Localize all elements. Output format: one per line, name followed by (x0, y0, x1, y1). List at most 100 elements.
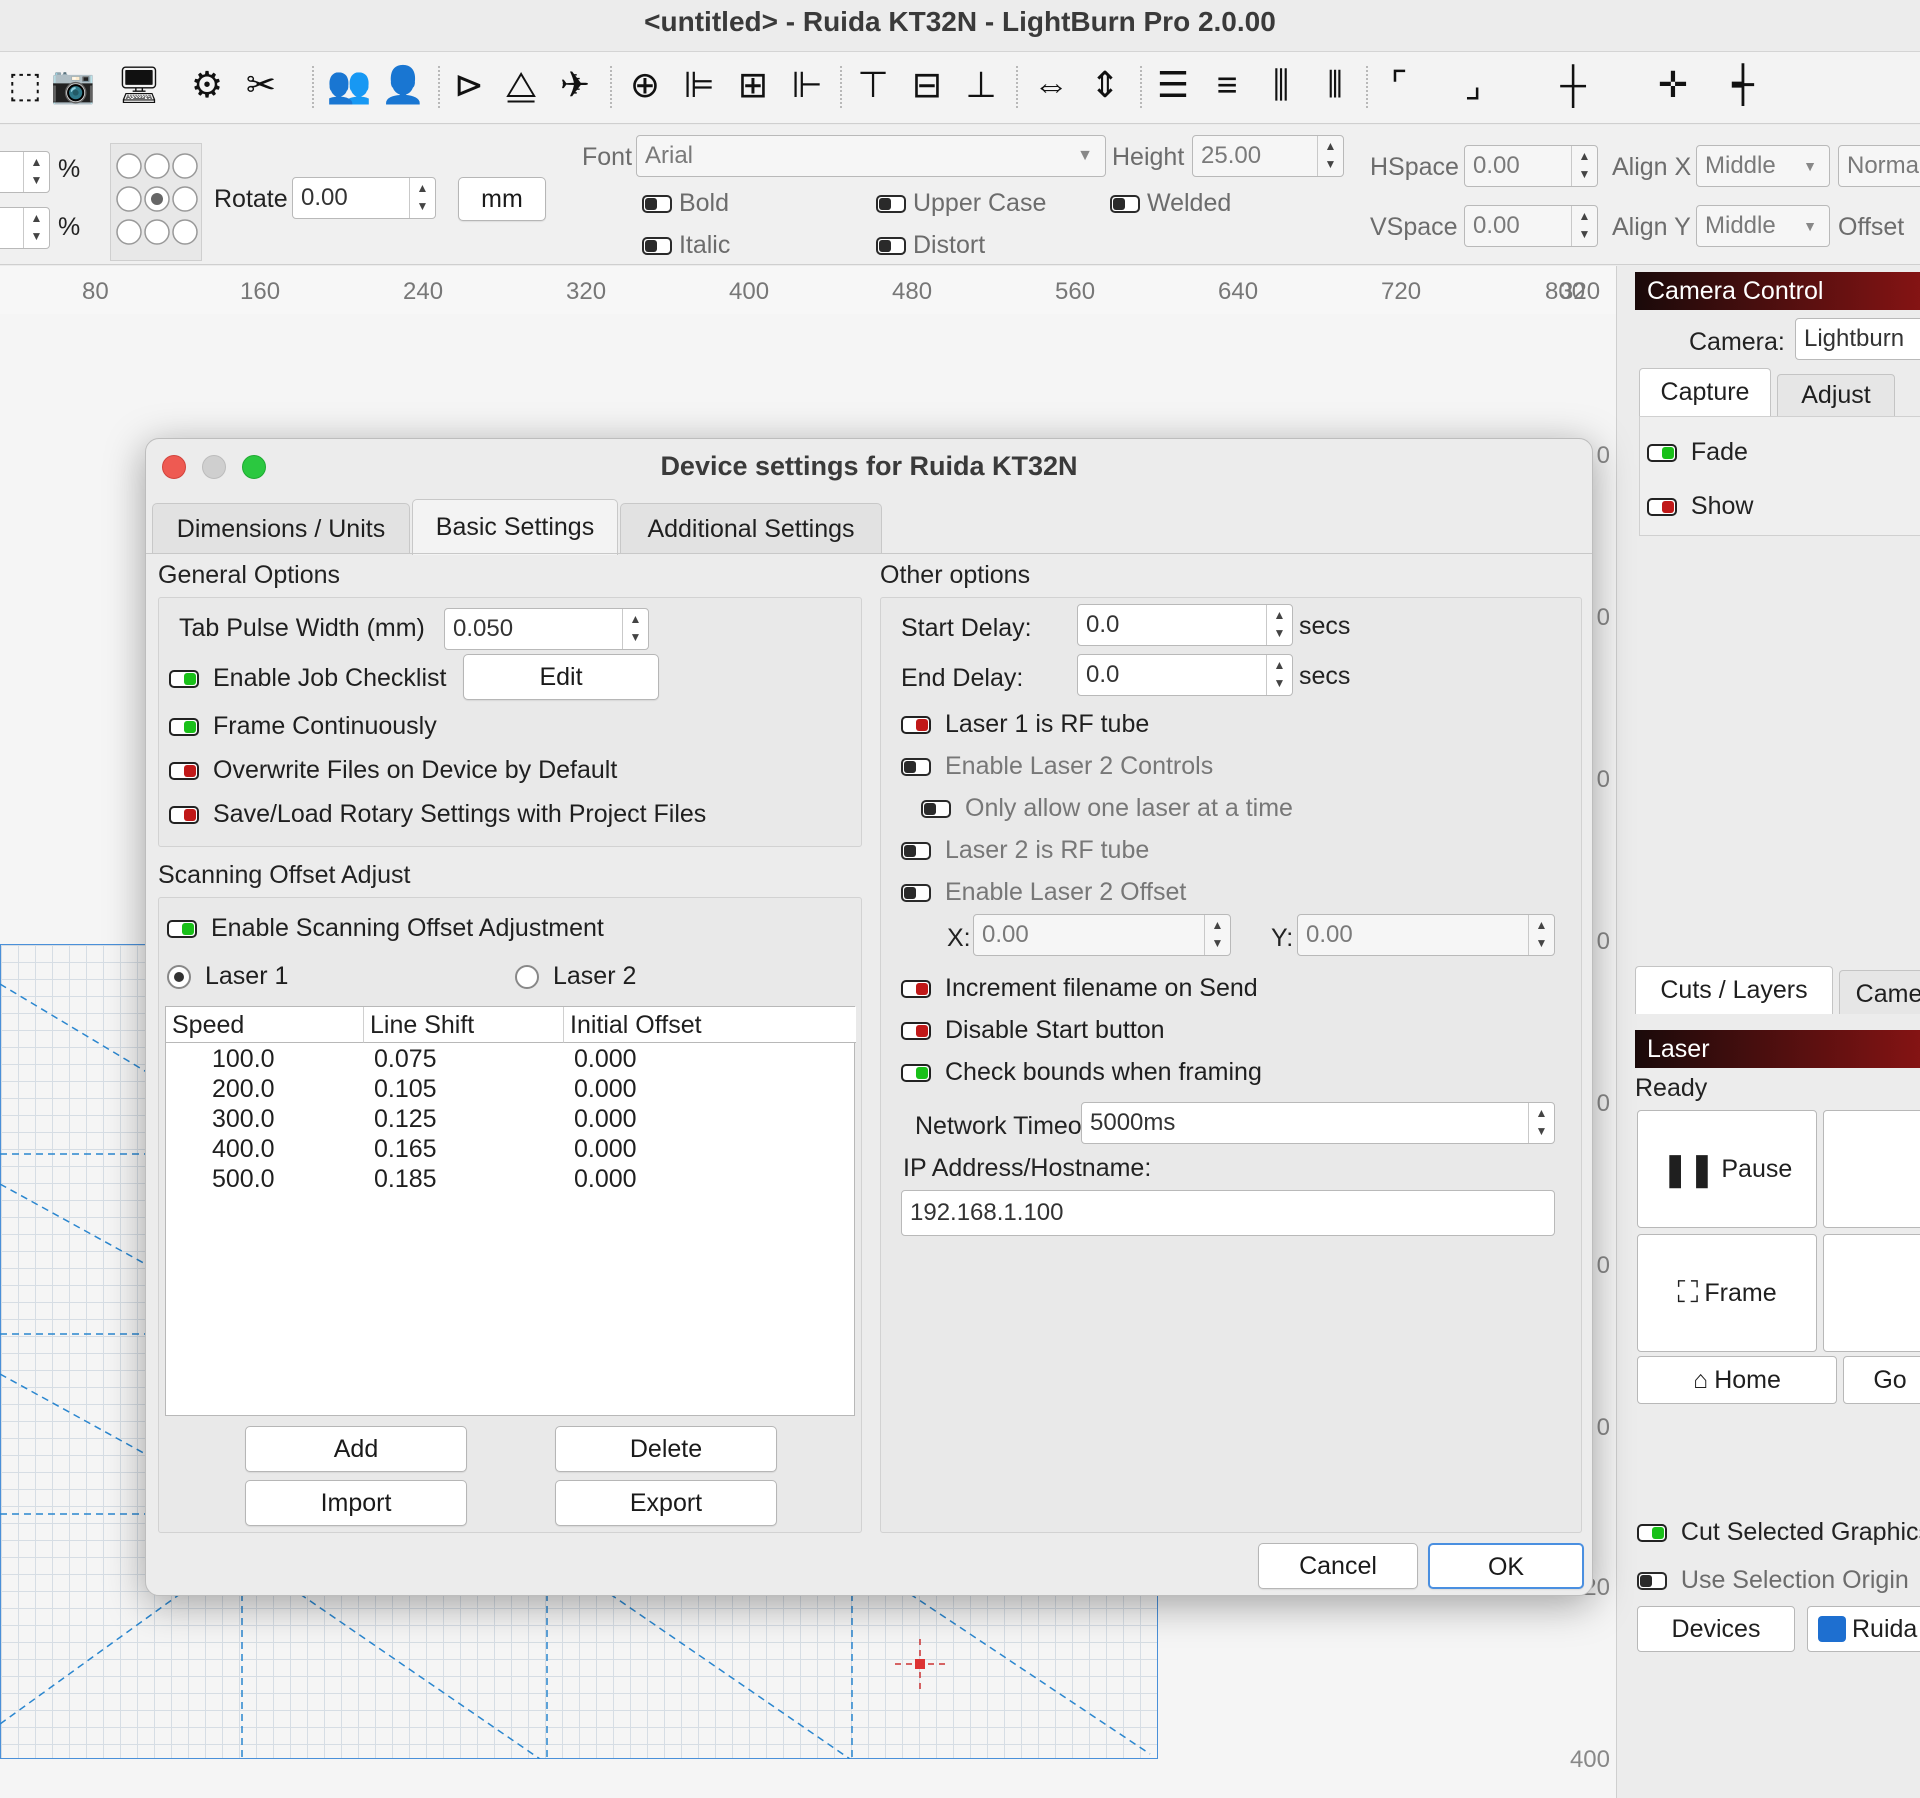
ip-address-field[interactable]: 192.168.1.100 (901, 1190, 1555, 1236)
overwrite-files-toggle[interactable]: Overwrite Files on Device by Default (169, 756, 617, 785)
vspace-field[interactable]: 0.00 ▲ ▼ (1464, 205, 1598, 247)
col-line-shift[interactable]: Line Shift (364, 1007, 564, 1043)
tab-basic-settings[interactable]: Basic Settings (412, 499, 618, 555)
stop-button[interactable] (1823, 1110, 1920, 1228)
tab-additional-settings[interactable]: Additional Settings (620, 503, 882, 553)
start-delay-field[interactable]: 0.0 ▲ ▼ (1077, 604, 1293, 646)
add-button[interactable]: Add (245, 1426, 467, 1472)
corner-top-left-icon[interactable]: ⌜ (1376, 62, 1422, 108)
table-row[interactable]: 400.0 0.165 0.000 (166, 1135, 854, 1165)
welded-toggle[interactable]: Welded (1110, 189, 1231, 218)
corner-bottom-right-icon[interactable]: ⌟ (1450, 62, 1496, 108)
table-row[interactable]: 500.0 0.185 0.000 (166, 1165, 854, 1195)
tab-dimensions-units[interactable]: Dimensions / Units (152, 503, 410, 553)
laser2-radio[interactable]: Laser 2 (515, 962, 636, 991)
col-speed[interactable]: Speed (166, 1007, 364, 1043)
home-button[interactable]: ⌂ Home (1637, 1356, 1837, 1404)
tab-adjust[interactable]: Adjust (1777, 374, 1895, 416)
import-button[interactable]: Import (245, 1480, 467, 1526)
user-icon[interactable]: 👤 (380, 62, 426, 108)
height-field[interactable]: 25.00 ▲ ▼ (1192, 135, 1344, 177)
scanning-table[interactable]: Speed Line Shift Initial Offset 100.0 0.0… (165, 1006, 856, 1416)
text-mode-select[interactable]: Norma (1838, 145, 1920, 187)
enable-laser2-toggle[interactable]: Enable Laser 2 Controls (901, 752, 1213, 781)
space-h-icon[interactable]: ☰ (1150, 62, 1196, 108)
target-icon[interactable]: ⊕ (622, 62, 668, 108)
align-bottom-icon[interactable]: ⊥ (958, 62, 1004, 108)
fade-toggle[interactable]: Fade (1647, 438, 1748, 467)
distort-toggle[interactable]: Distort (876, 231, 985, 260)
flip-horizontal-icon[interactable]: ⊳ (446, 62, 492, 108)
rotate-field[interactable]: 0.00 ▲ ▼ (292, 177, 436, 219)
monitor-icon[interactable]: 🖥 (116, 62, 162, 108)
save-rotary-toggle[interactable]: Save/Load Rotary Settings with Project F… (169, 800, 706, 829)
alignx-select[interactable]: Middle ▼ (1696, 145, 1830, 187)
laser2-rf-toggle[interactable]: Laser 2 is RF tube (901, 836, 1149, 865)
anchor-grid[interactable] (110, 143, 202, 261)
align-right-icon[interactable]: ⊩ (784, 62, 830, 108)
send-icon[interactable]: ✈ (552, 62, 598, 108)
cut-selected-toggle[interactable]: Cut Selected Graphics (1637, 1518, 1920, 1547)
minimize-icon[interactable] (202, 455, 226, 479)
x-offset-field[interactable]: 0.00 ▲ ▼ (973, 914, 1231, 956)
tab-camera[interactable]: Came (1839, 970, 1920, 1014)
align-top-icon[interactable]: ⊤ (850, 62, 896, 108)
y-offset-field[interactable]: 0.00 ▲ ▼ (1297, 914, 1555, 956)
enable-checklist-toggle[interactable]: Enable Job Checklist (169, 664, 446, 693)
close-icon[interactable] (162, 455, 186, 479)
frame-continuously-toggle[interactable]: Frame Continuously (169, 712, 437, 741)
aligny-select[interactable]: Middle ▼ (1696, 205, 1830, 247)
scale-x-field[interactable]: ▲ ▼ (0, 151, 50, 193)
check-bounds-toggle[interactable]: Check bounds when framing (901, 1058, 1262, 1087)
table-row[interactable]: 200.0 0.105 0.000 (166, 1075, 854, 1105)
laser1-radio[interactable]: Laser 1 (167, 962, 288, 991)
laser1-rf-toggle[interactable]: Laser 1 is RF tube (901, 710, 1149, 739)
crosshair-end-icon[interactable]: ┽ (1720, 62, 1766, 108)
settings-gear-icon[interactable]: ⚙ (184, 62, 230, 108)
start-button[interactable] (1823, 1234, 1920, 1352)
font-select[interactable]: Arial ▼ (636, 135, 1106, 177)
space-v-icon[interactable]: ≡ (1204, 62, 1250, 108)
distribute-h-icon[interactable]: ⇔ (1028, 62, 1074, 108)
tab-capture[interactable]: Capture (1639, 368, 1771, 416)
align-left-icon[interactable]: ⊫ (676, 62, 722, 108)
pause-button[interactable]: ❚❚ Pause (1637, 1110, 1817, 1228)
distribute-v-icon[interactable]: ⇕ (1082, 62, 1128, 108)
camera-icon[interactable]: 📷 (50, 62, 96, 108)
devices-button[interactable]: Devices (1637, 1606, 1795, 1652)
use-selection-origin-toggle[interactable]: Use Selection Origin (1637, 1566, 1909, 1595)
one-laser-toggle[interactable]: Only allow one laser at a time (921, 794, 1293, 823)
go-button[interactable]: Go (1843, 1356, 1920, 1404)
upper-case-toggle[interactable]: Upper Case (876, 189, 1046, 218)
edit-checklist-button[interactable]: Edit (463, 654, 659, 700)
table-row[interactable]: 100.0 0.075 0.000 (166, 1045, 854, 1075)
device-select[interactable]: Ruida (1807, 1606, 1920, 1652)
laser2-offset-toggle[interactable]: Enable Laser 2 Offset (901, 878, 1186, 907)
move-together-icon[interactable]: ⫼ (1258, 62, 1304, 108)
italic-toggle[interactable]: Italic (642, 231, 730, 260)
col-initial-offset[interactable]: Initial Offset (564, 1007, 856, 1043)
tab-cuts-layers[interactable]: Cuts / Layers (1635, 966, 1833, 1014)
bold-toggle[interactable]: Bold (642, 189, 729, 218)
increment-filename-toggle[interactable]: Increment filename on Send (901, 974, 1258, 1003)
ok-button[interactable]: OK (1428, 1543, 1584, 1589)
users-icon[interactable]: 👥 (326, 62, 372, 108)
export-button[interactable]: Export (555, 1480, 777, 1526)
enable-scanning-toggle[interactable]: Enable Scanning Offset Adjustment (167, 914, 604, 943)
crosshair-icon[interactable]: ┼ (1550, 62, 1596, 108)
select-icon[interactable]: ⬚ (2, 62, 48, 108)
frame-button[interactable]: ⛶ Frame (1637, 1234, 1817, 1352)
show-toggle[interactable]: Show (1647, 492, 1753, 521)
cancel-button[interactable]: Cancel (1258, 1543, 1418, 1589)
units-button[interactable]: mm (458, 177, 546, 221)
crosshair-red-icon[interactable]: ✛ (1650, 62, 1696, 108)
align-center-icon[interactable]: ⊞ (730, 62, 776, 108)
end-delay-field[interactable]: 0.0 ▲ ▼ (1077, 654, 1293, 696)
table-row[interactable]: 300.0 0.125 0.000 (166, 1105, 854, 1135)
scale-y-field[interactable]: ▲ ▼ (0, 207, 50, 249)
hspace-field[interactable]: 0.00 ▲ ▼ (1464, 145, 1598, 187)
mirror-icon[interactable]: ⧋ (498, 62, 544, 108)
disable-start-toggle[interactable]: Disable Start button (901, 1016, 1165, 1045)
tools-icon[interactable]: ✂ (238, 62, 284, 108)
delete-button[interactable]: Delete (555, 1426, 777, 1472)
